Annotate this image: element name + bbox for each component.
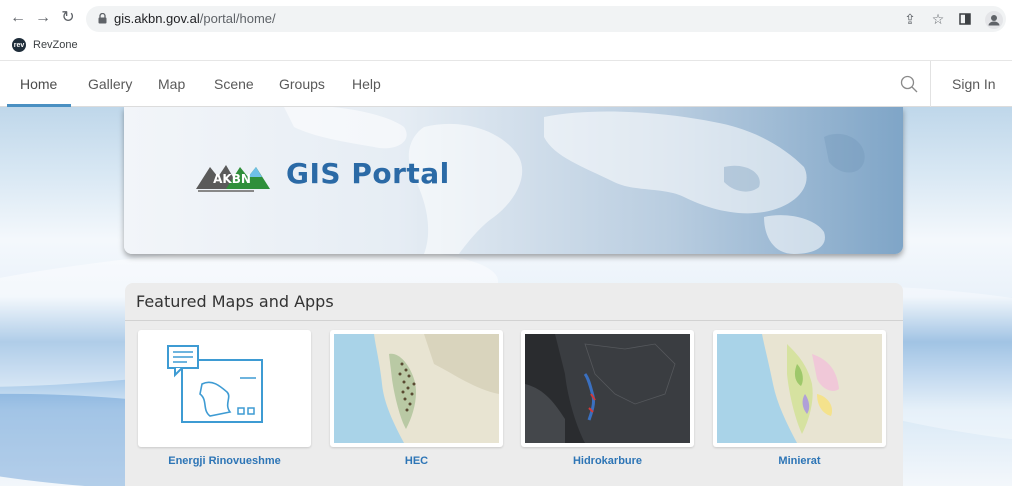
tab-home[interactable]: Home [20,61,57,107]
side-panel-icon[interactable] [955,6,975,33]
minierat-map-thumbnail [717,334,882,443]
tab-help[interactable]: Help [352,61,381,107]
tab-gallery[interactable]: Gallery [88,61,132,107]
address-bar[interactable]: gis.akbn.gov.al/portal/home/ [86,6,1006,32]
header-divider [930,61,931,107]
tab-groups[interactable]: Groups [279,61,325,107]
share-icon[interactable]: ⇪ [900,6,920,32]
featured-divider [125,320,903,321]
forward-arrow-icon[interactable]: → [33,8,53,28]
featured-label-minierat[interactable]: Minierat [713,455,886,467]
featured-maps-panel: Featured Maps and Apps Energji Rinovuesh… [125,283,903,486]
tab-map[interactable]: Map [158,61,185,107]
star-icon[interactable]: ☆ [928,6,948,32]
lock-icon [98,13,107,24]
featured-label-energji[interactable]: Energji Rinovueshme [138,455,311,467]
browser-chrome: ← → ↻ gis.akbn.gov.al/portal/home/ ⇪ ☆ r… [0,0,1012,60]
featured-card-hidrokarbure[interactable] [521,330,694,447]
svg-text:AKBN: AKBN [213,172,251,186]
featured-card-energji[interactable] [138,330,311,447]
portal-nav-bar: Home Gallery Map Scene Groups Help Sign … [0,60,1012,107]
revzone-icon: rev [12,38,26,52]
bookmark-revzone[interactable]: rev RevZone [12,37,78,53]
portal-home-page: AKBN GIS Portal Featured Maps and Apps E… [0,107,1012,486]
featured-label-hec[interactable]: HEC [330,455,503,467]
featured-card-hec[interactable] [330,330,503,447]
akbn-logo: AKBN [196,165,270,192]
search-icon[interactable] [900,75,918,93]
featured-card-minierat[interactable] [713,330,886,447]
profile-avatar-icon[interactable] [985,11,1003,29]
hec-map-thumbnail [334,334,499,443]
tab-scene[interactable]: Scene [214,61,254,107]
url-text: gis.akbn.gov.al/portal/home/ [114,11,276,26]
featured-label-hidrokarbure[interactable]: Hidrokarbure [521,455,694,467]
hidrokarbure-map-thumbnail [525,334,690,443]
portal-banner: AKBN GIS Portal [124,107,903,254]
sign-in-link[interactable]: Sign In [952,61,996,107]
bookmark-label: RevZone [33,39,78,51]
portal-title: GIS Portal [286,157,450,190]
featured-title: Featured Maps and Apps [136,292,334,311]
back-arrow-icon[interactable]: ← [8,8,28,28]
web-app-icon [142,334,307,443]
reload-icon[interactable]: ↻ [58,8,78,28]
